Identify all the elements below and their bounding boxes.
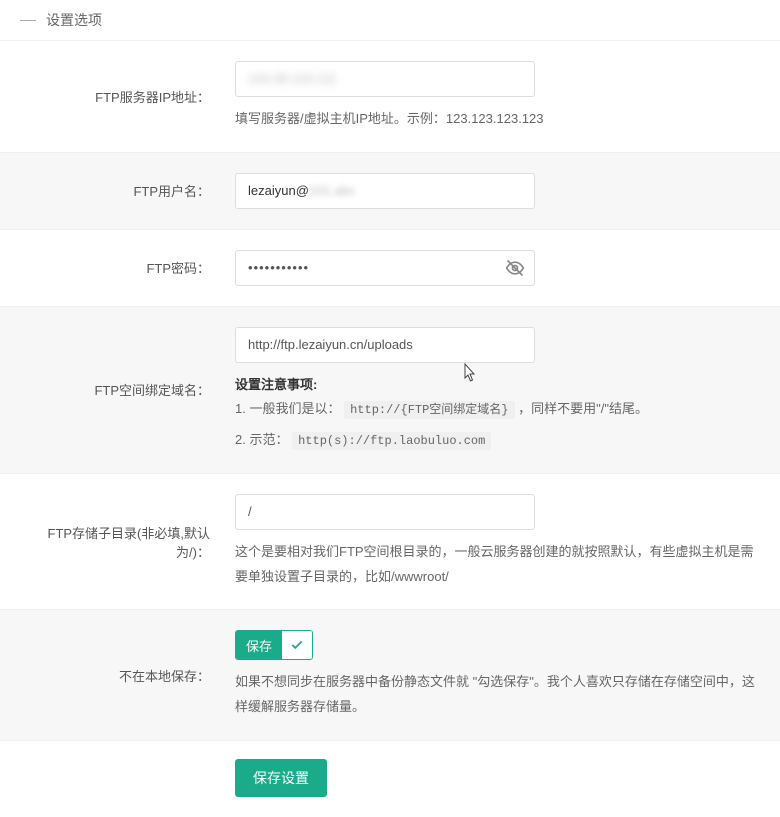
ftp-user-label: FTP用户名： xyxy=(0,152,220,229)
save-toggle[interactable]: 保存 xyxy=(235,630,313,660)
ftp-subdir-label: FTP存储子目录(非必填,默认为/)： xyxy=(0,473,220,609)
ftp-subdir-help: 这个是要相对我们FTP空间根目录的，一般云服务器创建的就按照默认，有些虚拟主机是… xyxy=(235,540,760,589)
ftp-ip-help: 填写服务器/虚拟主机IP地址。示例：123.123.123.123 xyxy=(235,107,760,132)
section-header: 设置选项 xyxy=(0,0,780,40)
settings-form: FTP服务器IP地址： 144.48.143.111 填写服务器/虚拟主机IP地… xyxy=(0,40,780,817)
ftp-user-input[interactable]: lezaiyun@101.abc xyxy=(235,173,535,209)
ftp-subdir-input[interactable] xyxy=(235,494,535,530)
notice-title: 设置注意事项: xyxy=(235,373,760,398)
divider xyxy=(20,20,36,21)
code-example-2: http(s)://ftp.laobuluo.com xyxy=(292,432,491,450)
check-icon xyxy=(282,631,312,659)
ftp-pass-label: FTP密码： xyxy=(0,229,220,306)
code-example-1: http://{FTP空间绑定域名} xyxy=(344,401,514,419)
section-title: 设置选项 xyxy=(46,10,102,30)
ftp-domain-label: FTP空间绑定域名： xyxy=(0,306,220,473)
ftp-ip-label: FTP服务器IP地址： xyxy=(0,41,220,153)
ftp-pass-input[interactable] xyxy=(235,250,535,286)
ftp-ip-input[interactable]: 144.48.143.111 xyxy=(235,61,535,97)
save-toggle-label: 保存 xyxy=(236,631,282,659)
eye-off-icon[interactable] xyxy=(505,258,525,278)
save-settings-button[interactable]: 保存设置 xyxy=(235,759,327,797)
local-save-label: 不在本地保存： xyxy=(0,610,220,740)
local-save-help: 如果不想同步在服务器中备份静态文件就 "勾选保存"。我个人喜欢只存储在存储空间中… xyxy=(235,670,760,719)
ftp-domain-help: 设置注意事项: 1. 一般我们是以： http://{FTP空间绑定域名} ，同… xyxy=(235,373,760,453)
ftp-domain-input[interactable] xyxy=(235,327,535,363)
